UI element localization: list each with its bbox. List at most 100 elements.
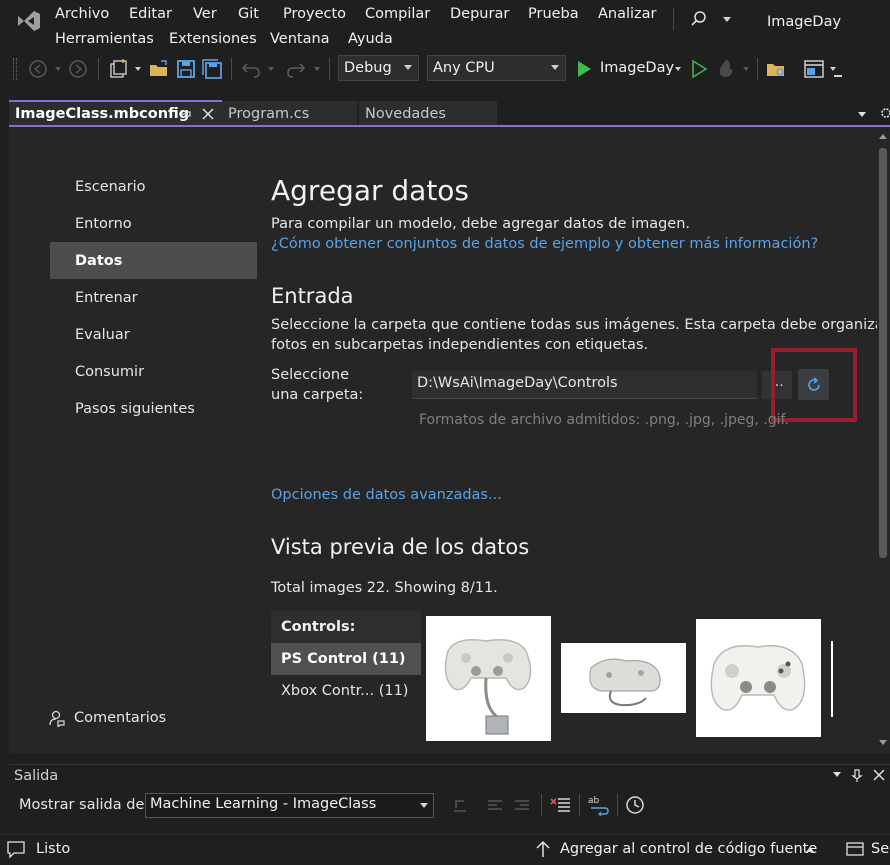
configuration-select[interactable]: Debug (338, 55, 419, 81)
nav-item-evaluar[interactable]: Evaluar (75, 327, 130, 343)
panel-toolbar-separator (617, 794, 618, 816)
preview-image[interactable] (426, 616, 551, 741)
menu-ver[interactable]: Ver (193, 6, 217, 22)
redo-dropdown-icon[interactable] (314, 67, 320, 71)
start-debugging-play-icon[interactable] (575, 59, 593, 79)
menu-proyecto[interactable]: Proyecto (283, 6, 346, 22)
close-tab-icon[interactable] (201, 107, 215, 121)
tab-label: ImageClass.mbconfig (15, 106, 190, 122)
search-dropdown-icon[interactable] (723, 17, 731, 22)
supported-formats-hint: Formatos de archivo admitidos: .png, .jp… (419, 412, 789, 428)
repository-icon[interactable] (846, 841, 864, 857)
start-without-debugging-icon[interactable] (690, 59, 708, 79)
scrollbar-thumb[interactable] (879, 148, 887, 558)
notification-icon[interactable] (6, 840, 26, 858)
undo-icon[interactable] (240, 58, 262, 80)
add-to-source-control-button[interactable]: Agregar al control de código fuente (560, 841, 817, 857)
sample-datasets-link[interactable]: ¿Cómo obtener conjuntos de datos de ejem… (271, 236, 818, 252)
platform-select[interactable]: Any CPU (427, 55, 566, 81)
close-panel-icon[interactable] (872, 768, 886, 782)
save-icon[interactable] (175, 58, 197, 80)
start-target-label[interactable]: ImageDay (600, 60, 674, 76)
menu-ayuda[interactable]: Ayuda (348, 31, 393, 47)
navigate-back-icon[interactable] (28, 59, 48, 79)
folder-path-input[interactable]: D:\WsAi\ImageDay\Controls (412, 371, 757, 399)
redo-icon[interactable] (285, 58, 307, 80)
navigate-forward-icon[interactable] (68, 59, 88, 79)
pin-icon[interactable] (850, 768, 864, 782)
menu-prueba[interactable]: Prueba (528, 6, 579, 22)
menu-git[interactable]: Git (238, 6, 259, 22)
pin-icon[interactable] (177, 107, 191, 121)
find-next-icon[interactable] (512, 795, 532, 815)
nav-item-pasos-siguientes[interactable]: Pasos siguientes (75, 401, 195, 417)
solution-title: ImageDay (767, 14, 842, 30)
toolbar-separator (329, 58, 330, 80)
input-description-line2: fotos en subcarpetas independientes con … (271, 337, 649, 353)
browse-folder-icon[interactable] (765, 58, 787, 80)
scroll-down-icon[interactable] (879, 740, 887, 745)
advanced-data-options-link[interactable]: Opciones de datos avanzadas... (271, 487, 502, 503)
menu-analizar[interactable]: Analizar (598, 6, 657, 22)
window-layout-icon[interactable] (803, 58, 825, 80)
menu-compilar[interactable]: Compilar (365, 6, 430, 22)
chevron-down-icon[interactable] (420, 803, 428, 808)
open-folder-icon[interactable] (148, 58, 170, 80)
undo-dropdown-icon[interactable] (268, 67, 274, 71)
menu-ventana[interactable]: Ventana (270, 31, 330, 47)
page-title: Agregar datos (271, 174, 470, 207)
svg-text:ab: ab (588, 796, 600, 806)
hot-reload-dropdown-icon[interactable] (743, 67, 749, 71)
annotation-highlight-box (771, 348, 857, 422)
feedback-link[interactable]: Comentarios (74, 710, 166, 726)
output-panel-title: Salida (14, 768, 59, 784)
tab-novedades[interactable]: Novedades (359, 101, 497, 127)
panel-options-icon[interactable] (833, 772, 841, 777)
output-source-select[interactable]: Machine Learning - ImageClass (145, 793, 434, 818)
layout-dropdown-icon[interactable] (830, 67, 836, 71)
nav-item-entorno[interactable]: Entorno (75, 216, 132, 232)
panel-toolbar-separator (541, 794, 542, 816)
go-to-previous-message-icon[interactable] (450, 795, 470, 815)
toolbar-grip[interactable] (13, 58, 17, 80)
clock-icon[interactable] (625, 795, 645, 815)
chevron-up-icon[interactable] (806, 847, 814, 852)
find-previous-icon[interactable] (485, 795, 505, 815)
tab-list-dropdown-icon[interactable] (858, 112, 866, 117)
visual-studio-logo-icon (18, 11, 40, 31)
run-target-dropdown-icon[interactable] (675, 67, 681, 71)
menu-extensiones[interactable]: Extensiones (169, 31, 257, 47)
preview-image[interactable] (696, 619, 821, 737)
menu-editar[interactable]: Editar (129, 6, 172, 22)
gear-icon[interactable] (878, 106, 890, 120)
new-project-icon[interactable] (108, 58, 130, 80)
preview-image[interactable] (561, 643, 686, 713)
feedback-icon[interactable] (48, 709, 66, 727)
menu-separator (673, 8, 674, 30)
clear-all-icon[interactable] (550, 794, 572, 816)
tab-label: Program.cs (228, 106, 310, 122)
nav-item-escenario[interactable]: Escenario (75, 179, 146, 195)
label-list-item-xbox-control[interactable]: Xbox Contr... (11) (271, 675, 421, 707)
new-project-dropdown-icon[interactable] (135, 67, 141, 71)
folder-label-line1: Seleccione (271, 367, 350, 383)
tab-program-cs[interactable]: Program.cs (222, 101, 357, 127)
navigate-back-dropdown-icon[interactable] (55, 67, 61, 71)
preview-summary: Total images 22. Showing 8/11. (271, 580, 498, 596)
nav-item-entrenar[interactable]: Entrenar (75, 290, 138, 306)
nav-item-datos[interactable]: Datos (75, 253, 122, 269)
menu-depurar[interactable]: Depurar (450, 6, 509, 22)
search-icon[interactable] (690, 10, 708, 28)
select-repository-button[interactable]: Sel (871, 841, 890, 857)
arrow-up-icon (536, 840, 550, 857)
chevron-down-icon (404, 65, 412, 70)
menu-archivo[interactable]: Archivo (55, 6, 109, 22)
scroll-up-icon[interactable] (879, 134, 887, 139)
label-list-item-ps-control[interactable]: PS Control (11) (271, 643, 421, 675)
hot-reload-icon[interactable] (716, 57, 738, 79)
toolbar-overflow-icon[interactable] (834, 75, 842, 77)
nav-item-consumir[interactable]: Consumir (75, 364, 144, 380)
menu-herramientas[interactable]: Herramientas (55, 31, 154, 47)
save-all-icon[interactable] (201, 58, 223, 80)
word-wrap-icon[interactable]: ab (587, 794, 609, 816)
